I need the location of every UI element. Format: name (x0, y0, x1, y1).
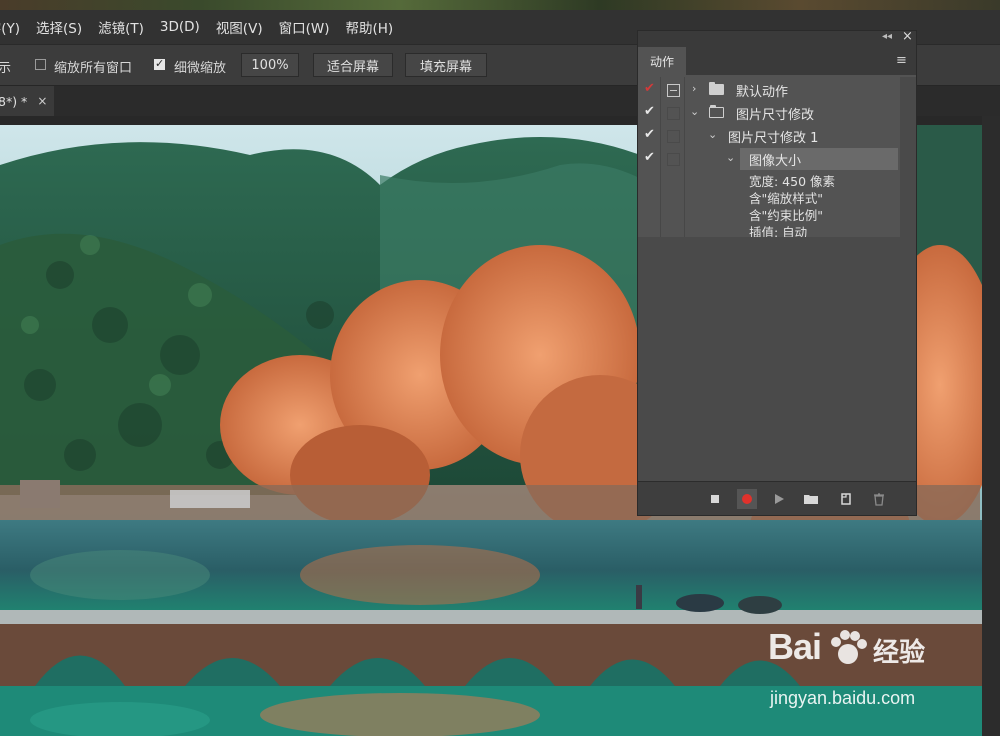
watermark-url: jingyan.baidu.com (770, 688, 916, 708)
tab-actions[interactable]: 动作 (638, 47, 686, 75)
action-set-label: 图片尺寸修改 (736, 108, 815, 123)
panel-title-bar[interactable]: ◂◂ × (638, 29, 916, 47)
record-icon[interactable] (737, 489, 757, 509)
action-set-resize[interactable]: ✔ ⌄ 图片尺寸修改 (638, 102, 900, 124)
toggle-item-icon[interactable]: ✔ (644, 150, 655, 165)
zoom-percent-field[interactable]: 100% (241, 53, 299, 77)
action-step-label: 图像大小 (749, 154, 802, 169)
close-icon[interactable]: × (37, 94, 47, 108)
folder-icon (709, 82, 724, 95)
dialog-toggle-icon[interactable] (667, 130, 680, 143)
folder-open-icon (709, 105, 724, 118)
fit-screen-button[interactable]: 适合屏幕 (313, 53, 393, 77)
menu-3d[interactable]: 3D(D) (152, 19, 208, 35)
action-step-image-size[interactable]: ✔ ⌄ 图像大小 (638, 148, 900, 170)
document-tab[interactable]: 8*) * × (0, 86, 54, 116)
fill-screen-button[interactable]: 填充屏幕 (405, 53, 487, 77)
dialog-toggle-icon[interactable] (667, 153, 680, 166)
actions-list-empty-area (638, 237, 916, 481)
chevron-down-icon[interactable]: ⌄ (690, 105, 699, 118)
dialog-toggle-icon[interactable] (667, 107, 680, 120)
stop-icon[interactable] (705, 489, 725, 509)
watermark-logo: Bai (768, 626, 822, 667)
toggle-item-icon[interactable]: ✔ (644, 104, 655, 119)
show-label: 示 (0, 61, 12, 76)
scrubby-zoom-checkbox[interactable] (154, 57, 165, 70)
menu-help[interactable]: 帮助(H) (337, 17, 401, 37)
action-resize-1[interactable]: ✔ ⌄ 图片尺寸修改 1 (638, 125, 900, 147)
column-divider (660, 77, 661, 237)
action-set-default[interactable]: ✔ › 默认动作 (638, 79, 900, 101)
dialog-toggle-icon[interactable] (667, 84, 680, 97)
folder-icon[interactable] (801, 489, 821, 509)
menu-window[interactable]: 窗口(W) (271, 17, 338, 37)
watermark-suffix: 经验 (873, 638, 926, 668)
actions-list: ✔ › 默认动作 ✔ ⌄ 图片尺寸修改 ✔ ⌄ 图片尺寸修改 1 ✔ ⌄ 图像大 (638, 77, 900, 240)
scrubby-zoom-label: 细微缩放 (174, 61, 227, 76)
panel-tab-row: 动作 ≡ (638, 47, 916, 75)
close-icon[interactable]: × (902, 29, 913, 44)
play-icon[interactable] (769, 489, 789, 509)
zoom-all-windows-checkbox[interactable] (35, 59, 46, 70)
watermark: Bai 经验 jingyan.baidu.com (768, 626, 968, 716)
column-divider (684, 77, 685, 237)
panel-scrollbar[interactable] (900, 77, 916, 237)
toggle-item-icon[interactable]: ✔ (644, 127, 655, 142)
panel-menu-icon[interactable]: ≡ (896, 53, 907, 68)
document-tab-title: 8*) * (0, 93, 28, 109)
collapse-icon[interactable]: ◂◂ (882, 31, 892, 42)
chevron-right-icon[interactable]: › (692, 82, 696, 95)
menu-select[interactable]: 选择(S) (28, 17, 90, 37)
menu-type[interactable]: 字(Y) (0, 17, 28, 37)
zoom-all-windows-label: 缩放所有窗口 (54, 61, 133, 76)
paw-icon (831, 630, 867, 664)
toggle-item-icon[interactable]: ✔ (644, 81, 655, 96)
chevron-down-icon[interactable]: ⌄ (708, 128, 717, 141)
chevron-down-icon[interactable]: ⌄ (726, 151, 735, 164)
menu-filter[interactable]: 滤镜(T) (90, 17, 152, 37)
action-set-label: 默认动作 (736, 85, 789, 100)
top-image-strip (0, 0, 1000, 10)
delete-icon[interactable] (869, 489, 889, 509)
action-label: 图片尺寸修改 1 (728, 131, 819, 146)
panel-bottom-toolbar (638, 481, 916, 515)
new-action-icon[interactable] (836, 489, 856, 509)
canvas-scrollbar[interactable] (982, 116, 1000, 736)
menu-view[interactable]: 视图(V) (208, 17, 271, 37)
actions-panel: ◂◂ × 动作 ≡ ✔ › 默认动作 ✔ ⌄ 图片尺寸修改 ✔ ⌄ 图片尺寸修改… (637, 29, 917, 516)
